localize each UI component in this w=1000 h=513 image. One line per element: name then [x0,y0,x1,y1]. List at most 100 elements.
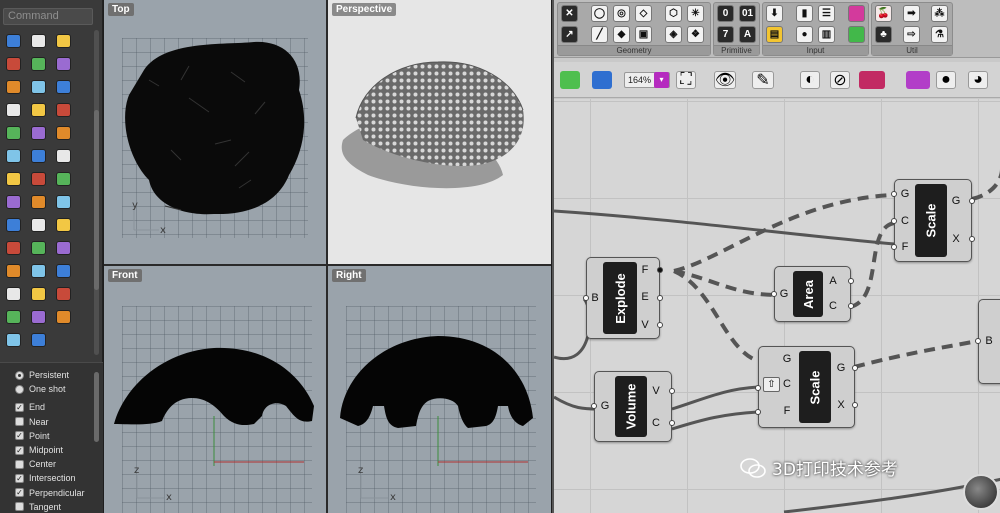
snap-near-checkbox[interactable]: Near [0,415,103,429]
zoom-icon[interactable] [2,214,24,235]
shade-icon[interactable] [27,260,49,281]
viewport-divider-h[interactable] [104,264,551,266]
ribbon-geometry-title[interactable]: Geometry [558,45,710,55]
button-icon[interactable]: ● [796,26,813,43]
wire-sphere-icon[interactable] [27,306,49,327]
zoom-window-icon[interactable] [27,214,49,235]
box-icon[interactable] [2,30,24,51]
light-icon[interactable]: ◕ [968,71,988,89]
arrow-right-icon[interactable]: ➡ [903,5,920,22]
array-icon[interactable] [52,122,74,143]
point-icon[interactable] [52,76,74,97]
sphere-icon[interactable] [27,30,49,51]
align-icon[interactable] [2,99,24,120]
partial-component[interactable]: B [975,299,1000,384]
geometry-icon[interactable]: ✕ [561,5,578,22]
volume-component[interactable]: Volume G V C [591,371,675,442]
grid-icon[interactable] [2,168,24,189]
polyline-icon[interactable] [27,76,49,97]
line-icon[interactable]: ╱ [591,26,608,43]
flask-icon[interactable]: ⚗ [931,26,948,43]
snap-midpoint-checkbox[interactable]: ✓ Midpoint [0,443,103,457]
viewport-icon[interactable] [52,306,74,327]
plane-icon[interactable]: ◆ [613,26,630,43]
tree-icon[interactable]: ♣ [875,26,892,43]
text-icon[interactable]: A [739,26,756,43]
box-icon[interactable]: ▣ [635,26,652,43]
paint-icon[interactable] [52,168,74,189]
scale-component-mid[interactable]: Scale G C F G X ⇧ [755,346,858,428]
viewport-front[interactable]: Front x z [104,266,326,513]
material-icon[interactable]: ● [936,71,956,89]
check-icon[interactable] [2,191,24,212]
dots-icon[interactable]: ⁂ [931,5,948,22]
zoom-out-icon[interactable] [27,237,49,258]
snap-point-checkbox[interactable]: ✓ Point [0,429,103,443]
viewport-top-label[interactable]: Top [108,3,134,16]
color-wheel-icon[interactable] [52,283,74,304]
mirror-icon[interactable] [2,145,24,166]
split-icon[interactable] [27,168,49,189]
bucket-icon[interactable] [52,191,74,212]
value-list-icon[interactable]: ▥ [818,26,835,43]
area-component[interactable]: Area G A C [771,266,854,322]
hatch-icon[interactable] [52,145,74,166]
pen-icon[interactable] [2,329,24,350]
brep-icon[interactable]: ⬡ [665,5,682,22]
snap-end-checkbox[interactable]: ✓ End [0,400,103,414]
rotate-icon[interactable] [27,99,49,120]
bake-icon[interactable] [906,71,930,89]
zoom-dropdown-icon[interactable]: ▾ [654,72,669,88]
text-icon[interactable] [2,122,24,143]
viewport-perspective-label[interactable]: Perspective [332,3,397,16]
sketch-icon[interactable]: ✎ [752,71,774,89]
import-icon[interactable]: ⬇ [766,5,783,22]
boolean-icon[interactable]: 0 [717,5,734,22]
swatch-icon[interactable] [848,26,865,43]
ribbon-primitive-title[interactable]: Primitive [714,45,759,55]
globe-icon[interactable] [2,306,24,327]
osnap-scrollbar[interactable] [94,372,99,442]
viewport-top[interactable]: Top x y [104,0,326,264]
lock-icon[interactable] [2,283,24,304]
panel-icon[interactable]: ▤ [766,26,783,43]
display-mode-icon[interactable]: ◐ [800,71,820,89]
zoom-in-icon[interactable] [2,237,24,258]
toolbar-scrollbar[interactable] [94,30,99,355]
field-icon[interactable]: ❖ [687,26,704,43]
cylinder-icon[interactable] [52,30,74,51]
move-icon[interactable] [27,53,49,74]
snap-perpendicular-checkbox[interactable]: ✓ Perpendicular [0,486,103,500]
plane-icon[interactable] [2,53,24,74]
one-shot-radio[interactable]: One shot [0,382,103,396]
open-icon[interactable] [560,71,580,89]
toggle-icon[interactable]: ▮ [796,5,813,22]
slider-icon[interactable]: ☰ [818,5,835,22]
mesh-icon[interactable]: ✳ [687,5,704,22]
zoom-extents-icon[interactable]: ⛶ [676,71,696,89]
navigation-dial[interactable] [963,474,999,510]
sweep-icon[interactable] [2,76,24,97]
render-icon[interactable] [27,283,49,304]
snap-tree-icon[interactable] [27,329,49,350]
viewport-right-label[interactable]: Right [332,269,366,282]
explode-component[interactable]: Explode B F E V [583,257,663,339]
wireframe-icon[interactable]: ⊘ [830,71,850,89]
snap-intersection-checkbox[interactable]: ✓ Intersection [0,471,103,485]
snap-center-checkbox[interactable]: Center [0,457,103,471]
shaded-icon[interactable] [859,71,885,89]
viewport-right[interactable]: Right x z [328,266,551,513]
scale-component-top[interactable]: Scale G C F G X [891,179,975,262]
surface-icon[interactable]: ◇ [635,5,652,22]
light-icon[interactable] [52,260,74,281]
viewport-front-label[interactable]: Front [108,269,142,282]
box3d-icon[interactable] [27,145,49,166]
ribbon-input-title[interactable]: Input [763,45,868,55]
cherry-icon[interactable]: 🍒 [875,5,892,22]
eraser-icon[interactable] [27,191,49,212]
reparam-icon[interactable]: ⇧ [763,377,780,392]
arc-icon[interactable] [52,99,74,120]
command-input[interactable]: Command [3,8,93,25]
viewport-perspective[interactable]: Perspective [328,0,551,264]
layer-icon[interactable] [2,260,24,281]
